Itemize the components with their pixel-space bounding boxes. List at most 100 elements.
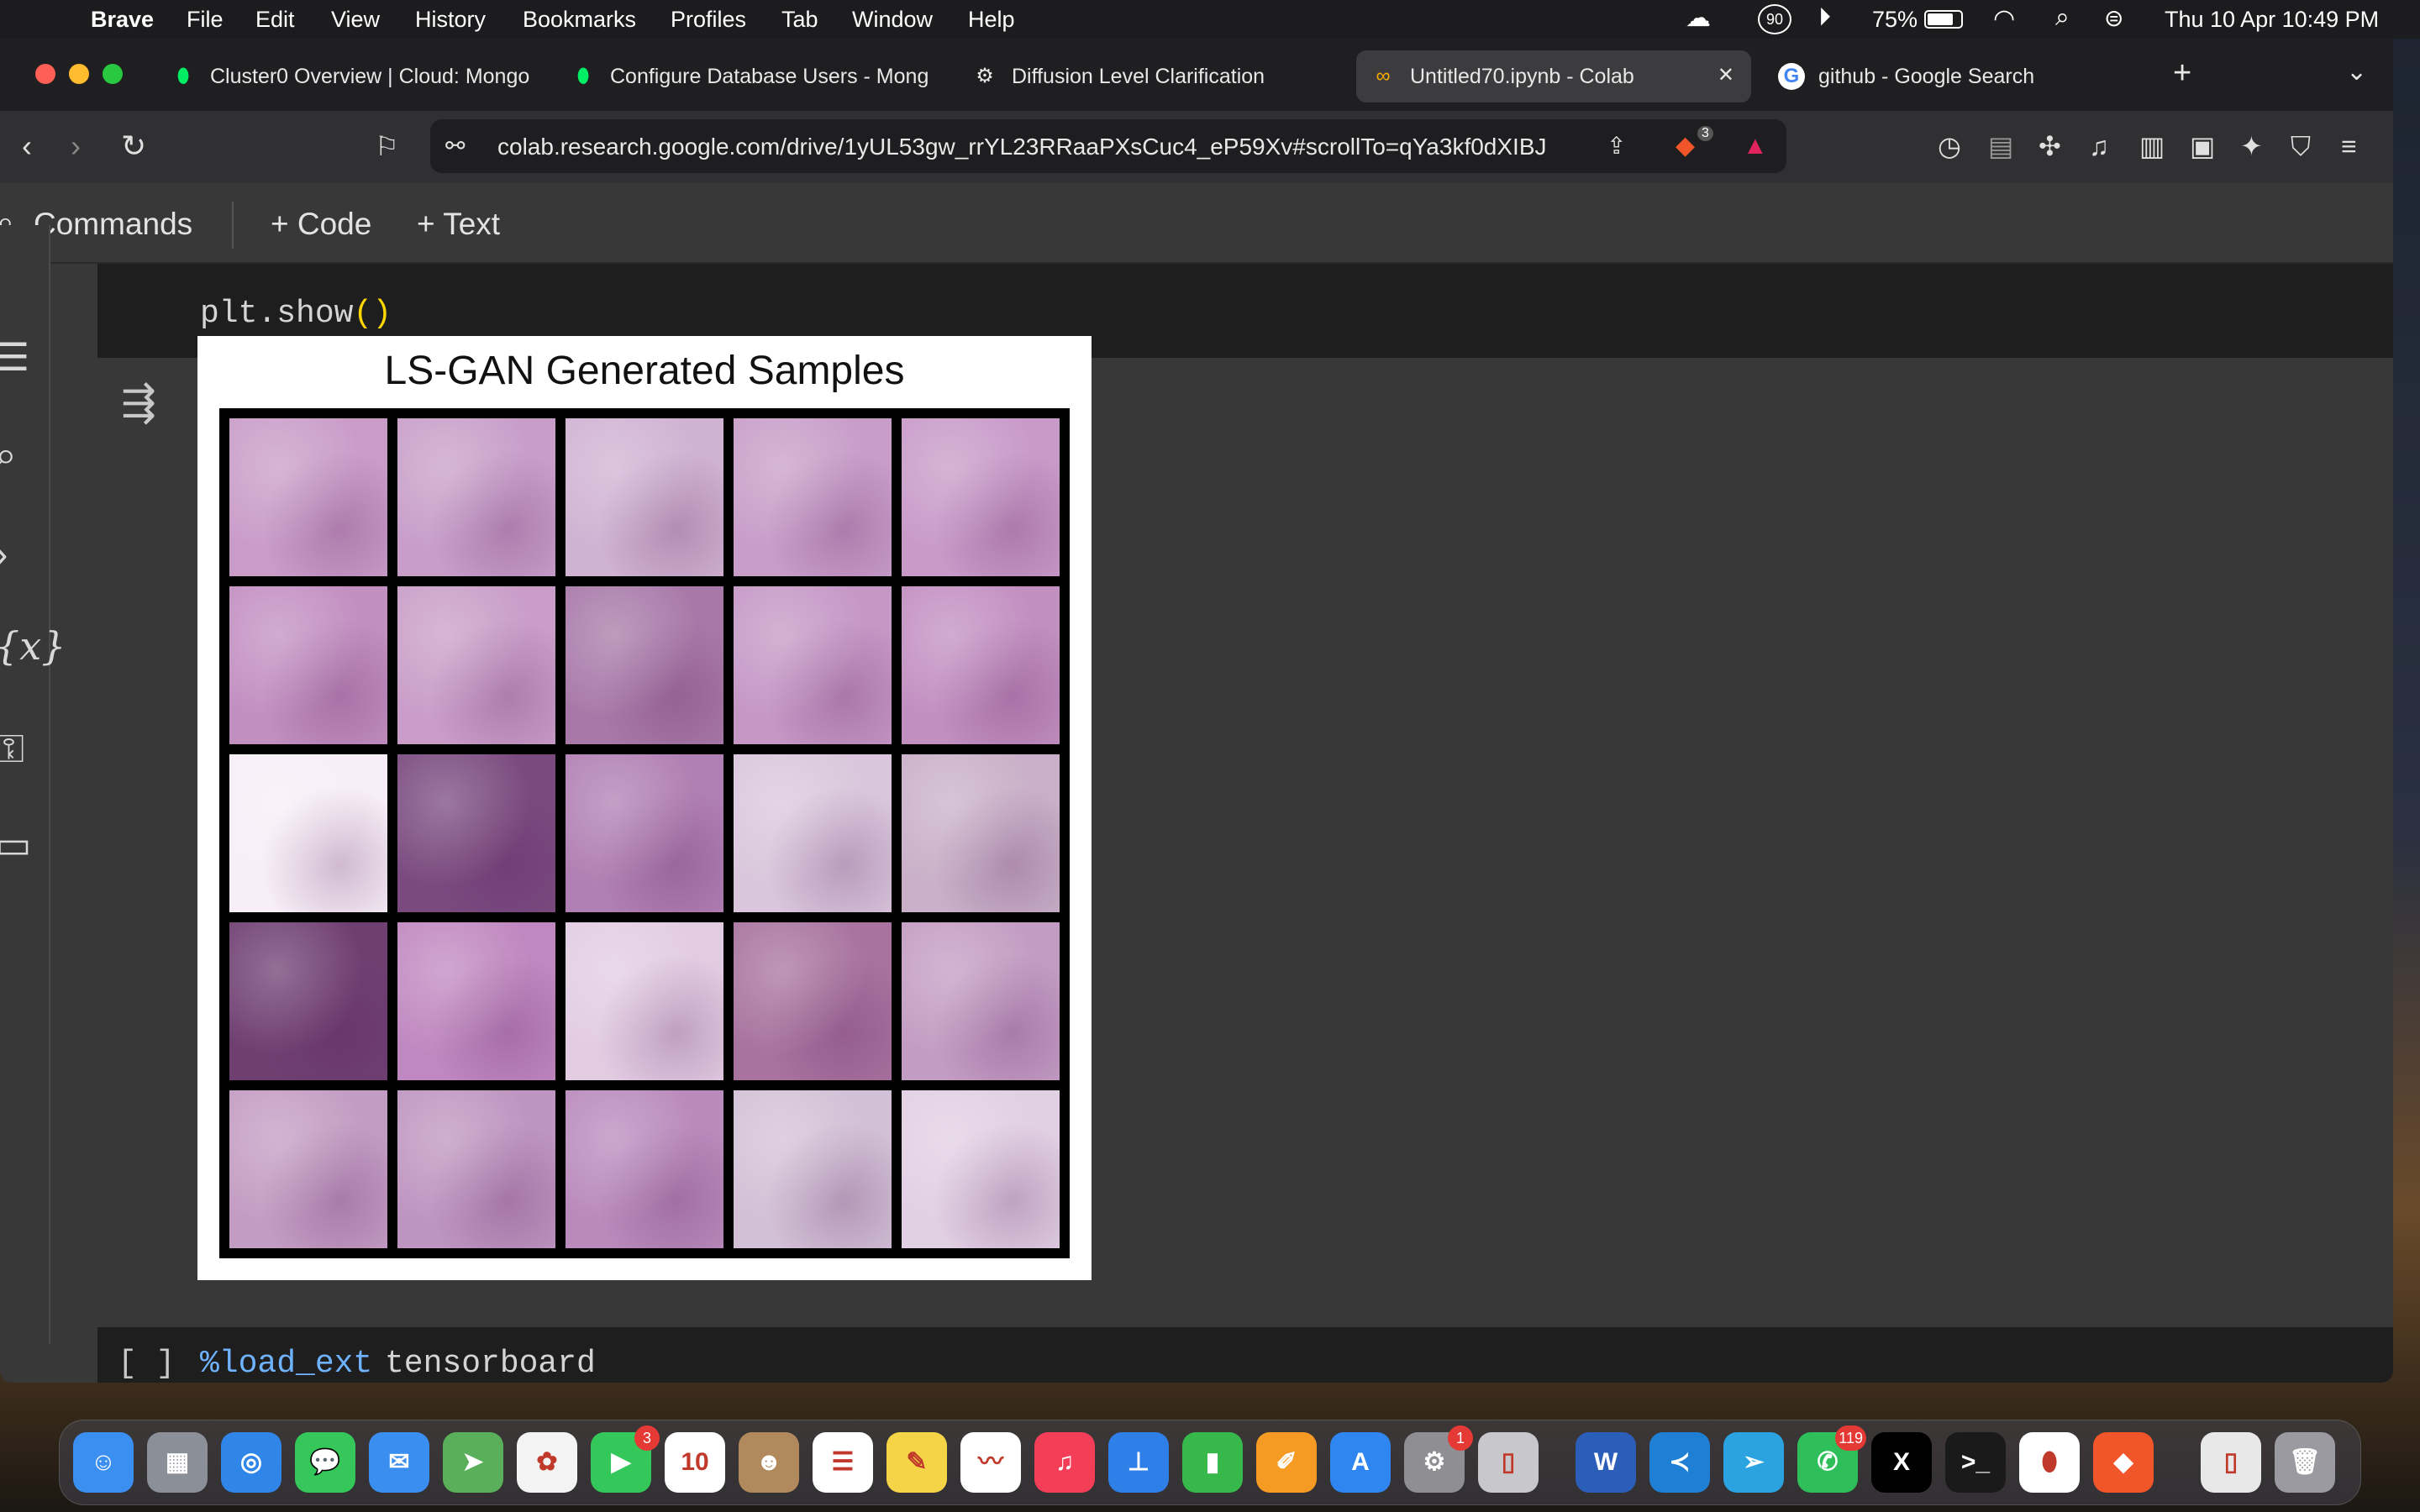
facetime-app-icon[interactable]: ▶ 3 <box>591 1425 660 1493</box>
url-text[interactable]: colab.research.google.com/drive/1yUL53gw… <box>497 134 1547 160</box>
menu-help[interactable]: Help <box>968 7 1015 33</box>
brave-shields-icon[interactable]: ◆ <box>1676 129 1695 163</box>
site-settings-icon[interactable]: ⚯ <box>445 129 465 163</box>
reminders-app-icon[interactable]: ☰ <box>813 1432 873 1493</box>
word-app-icon[interactable]: W <box>1576 1432 1636 1493</box>
status-badge[interactable]: 90 <box>1758 4 1791 34</box>
add-text-button[interactable]: + Text <box>417 207 500 242</box>
document-app-icon[interactable]: ▯ <box>2201 1432 2261 1493</box>
menu-tab[interactable]: Tab <box>781 7 818 33</box>
tab-google-search[interactable]: G github - Google Search <box>1765 50 2151 102</box>
tab-configure-users[interactable]: ⬮ Configure Database Users - Mong <box>556 50 943 102</box>
menu-profiles[interactable]: Profiles <box>671 7 746 33</box>
wifi-icon[interactable]: ◠ <box>1993 4 2015 34</box>
menu-history[interactable]: History <box>415 7 486 33</box>
tab-bar: ⬮ Cluster0 Overview | Cloud: Mongo ⬮ Con… <box>0 39 2393 111</box>
table-of-contents-icon[interactable]: ☰ <box>0 334 29 380</box>
code-line[interactable]: plt.show() <box>200 296 392 332</box>
search-icon[interactable]: ⌕ <box>2055 3 2070 32</box>
reload-icon[interactable]: ↻ <box>121 129 146 163</box>
share-icon[interactable]: ⇪ <box>1607 129 1626 163</box>
photos-app-icon[interactable]: ✿ <box>517 1432 577 1493</box>
terminal-app-icon[interactable]: >_ <box>1945 1432 2006 1493</box>
launchpad-app-icon[interactable]: ▦ <box>147 1432 208 1493</box>
pages-app-icon[interactable]: ✐ <box>1256 1432 1317 1493</box>
wallet-icon[interactable]: ▣ <box>2190 129 2215 163</box>
play-icon[interactable]: ⏵ <box>1818 3 1831 32</box>
vscode-app-icon[interactable]: ≺ <box>1649 1432 1710 1493</box>
address-bar[interactable]: ⚯ colab.research.google.com/drive/1yUL53… <box>430 119 1786 173</box>
back-icon[interactable]: ‹ <box>22 129 32 163</box>
messages-app-icon[interactable]: 💬 <box>295 1432 355 1493</box>
brave-rewards-icon[interactable]: ▲ <box>1743 129 1768 163</box>
battery-percent: 75% <box>1872 7 1918 32</box>
mongodb-compass-app-icon[interactable]: ⬮ <box>2019 1432 2080 1493</box>
files-folder-icon[interactable]: ▭ <box>0 822 31 867</box>
new-tab-button[interactable]: + <box>2173 55 2191 92</box>
run-cell-bracket[interactable]: [ ] <box>118 1346 175 1382</box>
next-code-cell[interactable]: [ ] %load_ext tensorboard <box>97 1327 2393 1383</box>
menu-app-name[interactable]: Brave <box>91 7 154 33</box>
control-center-icon[interactable]: ⊜ <box>2104 4 2123 32</box>
code-snippets-icon[interactable]: › <box>0 531 8 576</box>
add-code-button[interactable]: + Code <box>271 207 371 242</box>
telegram-app-icon[interactable]: ➢ <box>1723 1432 1784 1493</box>
menu-window[interactable]: Window <box>852 7 933 33</box>
media-icon[interactable]: ♫ <box>2089 129 2109 163</box>
close-tab-icon[interactable]: ✕ <box>1718 63 1734 87</box>
maps-app-icon[interactable]: ➤ <box>443 1432 503 1493</box>
close-window-button[interactable] <box>35 64 55 84</box>
clock[interactable]: Thu 10 Apr 10:49 PM <box>2165 7 2379 33</box>
freeform-app-icon[interactable]: 〰 <box>960 1432 1021 1493</box>
menu-bookmarks[interactable]: Bookmarks <box>523 7 636 33</box>
bookmark-icon[interactable]: ⚐ <box>375 129 399 163</box>
system-settings-app-icon[interactable]: ⚙ 1 <box>1404 1425 1473 1493</box>
trash-app-icon[interactable]: 🗑 <box>2275 1432 2335 1493</box>
sample-grid <box>219 408 1070 1258</box>
notification-badge: 119 <box>1835 1425 1866 1451</box>
calendar-app-icon[interactable]: 10 <box>665 1432 725 1493</box>
menu-file[interactable]: File <box>187 7 224 33</box>
tab-title: Untitled70.ipynb - Colab <box>1410 65 1634 88</box>
cloud-icon[interactable]: ☁ <box>1686 3 1711 33</box>
output-toggle-icon[interactable]: ⇶ <box>121 378 156 427</box>
notes-app-icon[interactable]: ✎ <box>886 1432 947 1493</box>
app-store-app-icon[interactable]: A <box>1330 1432 1391 1493</box>
vpn-icon[interactable]: ⛉ <box>2291 129 2311 163</box>
minimize-window-button[interactable] <box>69 64 89 84</box>
extensions-icon[interactable]: ✣ <box>2039 129 2061 163</box>
forward-icon[interactable]: › <box>71 129 81 163</box>
safari-app-icon[interactable]: ◎ <box>221 1432 281 1493</box>
tab-colab[interactable]: ∞ Untitled70.ipynb - Colab ✕ <box>1356 50 1751 102</box>
menu-edit[interactable]: Edit <box>255 7 295 33</box>
numbers-app-icon[interactable]: ▮ <box>1182 1432 1243 1493</box>
tab-group-icon[interactable]: ▤ <box>1988 129 2013 163</box>
code-magic[interactable]: %load_ext <box>200 1346 372 1382</box>
brave-app-icon[interactable]: ◆ <box>2093 1432 2154 1493</box>
menu-view[interactable]: View <box>331 7 380 33</box>
sample-image-tile <box>902 418 1060 576</box>
history-clock-icon[interactable]: ◷ <box>1938 129 1961 163</box>
x-app-icon[interactable]: X <box>1871 1432 1932 1493</box>
secrets-key-icon[interactable]: ⚿ <box>0 726 24 773</box>
tab-cluster0[interactable]: ⬮ Cluster0 Overview | Cloud: Mongo <box>156 50 543 102</box>
battery-icon[interactable] <box>1924 10 1963 29</box>
keynote-app-icon[interactable]: ⊥ <box>1108 1432 1169 1493</box>
finder-app-icon[interactable]: ☺ <box>73 1432 134 1493</box>
menu-icon[interactable]: ≡ <box>2341 129 2357 163</box>
mail-app-icon[interactable]: ✉ <box>369 1432 429 1493</box>
sidebar-toggle-icon[interactable]: ▥ <box>2139 129 2165 163</box>
leo-ai-icon[interactable]: ✦ <box>2240 129 2263 163</box>
contacts-app-icon[interactable]: ☻ <box>739 1432 799 1493</box>
tab-diffusion[interactable]: ⚙ Diffusion Level Clarification <box>958 50 1344 102</box>
tab-list-chevron-icon[interactable]: ⌄ <box>2346 57 2367 87</box>
code-arg[interactable]: tensorboard <box>385 1346 596 1382</box>
find-replace-icon[interactable]: ⌕ <box>0 432 17 479</box>
music-app-icon[interactable]: ♫ <box>1034 1432 1095 1493</box>
tab-title: github - Google Search <box>1818 65 2035 88</box>
iphone-mirroring-app-icon[interactable]: ▯ <box>1478 1432 1539 1493</box>
variables-icon[interactable]: {x} <box>0 623 66 669</box>
maximize-window-button[interactable] <box>103 64 123 84</box>
whatsapp-app-icon[interactable]: ✆ 119 <box>1797 1425 1866 1493</box>
commands-button[interactable]: Commands <box>34 207 192 242</box>
